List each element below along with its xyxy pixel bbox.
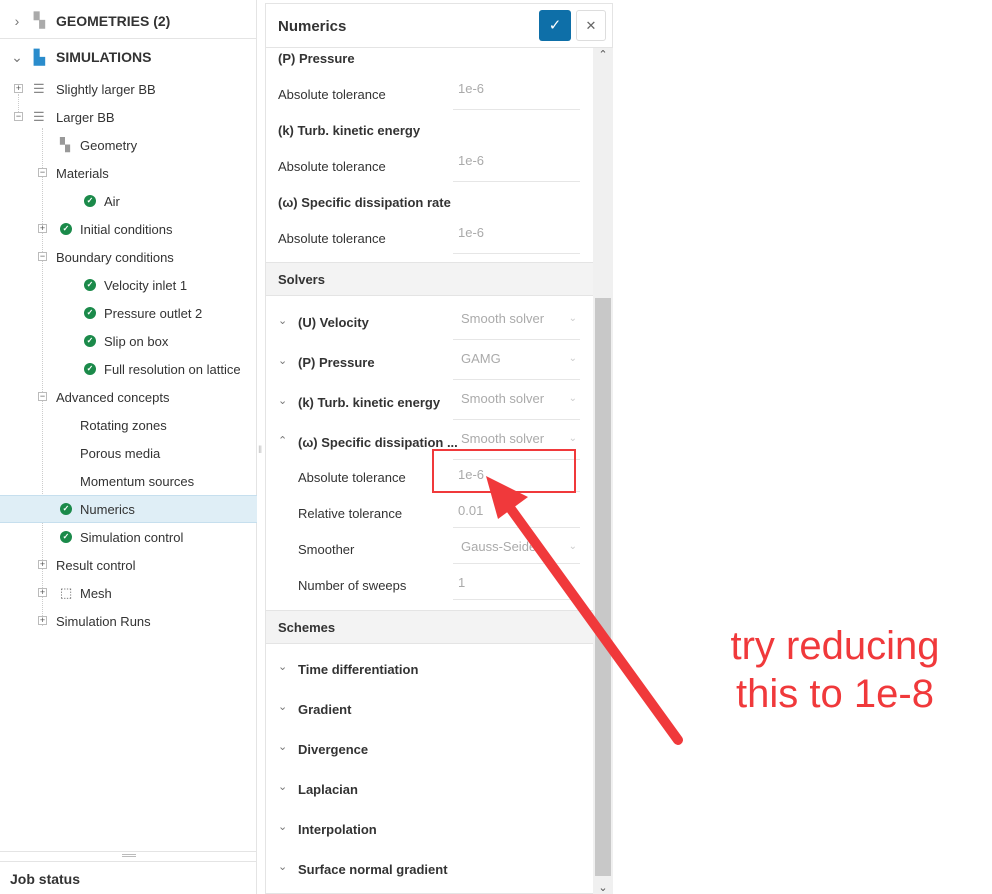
annotation-text: try reducing this to 1e-8 (700, 622, 970, 718)
annotation-line-2: this to 1e-8 (736, 672, 934, 716)
arrow-head (486, 476, 528, 519)
annotation-overlay (432, 449, 683, 745)
annotation-line-1: try reducing (730, 624, 940, 668)
arrow-shaft (503, 500, 683, 745)
